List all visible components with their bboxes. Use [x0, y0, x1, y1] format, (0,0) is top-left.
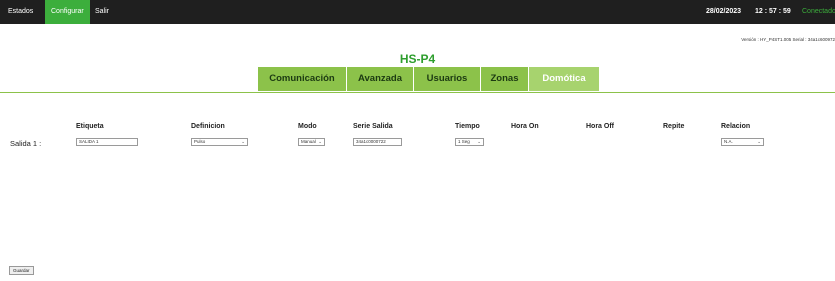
connection-status: Conectado: [802, 8, 835, 15]
config-tabs: Comunicación Avanzada Usuarios Zonas Dom…: [258, 67, 600, 91]
col-etiqueta: Etiqueta: [76, 123, 104, 130]
serie-salida-input[interactable]: 34a1c0000722: [353, 138, 402, 146]
etiqueta-input[interactable]: SALIDA 1: [76, 138, 138, 146]
tiempo-value: 1 Seg: [458, 139, 470, 144]
device-title: HS-P4: [399, 52, 436, 66]
row-label-salida-1: Salida 1 :: [10, 139, 42, 148]
tab-zonas[interactable]: Zonas: [481, 67, 529, 91]
time-display: 12 : 57 : 59: [755, 8, 791, 15]
tab-avanzada[interactable]: Avanzada: [347, 67, 414, 91]
menu-estados[interactable]: Estados: [2, 0, 39, 24]
definicion-select[interactable]: Pulso ⌄: [191, 138, 248, 146]
chevron-down-icon: ⌄: [477, 139, 481, 144]
modo-value: Manual: [301, 139, 316, 144]
version-serial-line: Versión : HY_P4ST1.005 Serial : 34a1c600…: [741, 37, 835, 42]
relacion-select[interactable]: N.A. ⌄: [721, 138, 764, 146]
tab-domotica[interactable]: Domótica: [529, 67, 600, 91]
date-display: 28/02/2023: [706, 8, 742, 15]
col-modo: Modo: [298, 123, 317, 130]
col-hora-on: Hora On: [511, 123, 539, 130]
tab-comunicacion[interactable]: Comunicación: [258, 67, 347, 91]
definicion-value: Pulso: [194, 139, 206, 144]
chevron-down-icon: ⌄: [318, 139, 322, 144]
col-tiempo: Tiempo: [455, 123, 480, 130]
menu-configurar[interactable]: Configurar: [45, 0, 90, 24]
modo-select[interactable]: Manual ⌄: [298, 138, 325, 146]
col-serie-salida: Serie Salida: [353, 123, 393, 130]
menu-salir[interactable]: Salir: [89, 0, 115, 24]
tab-usuarios[interactable]: Usuarios: [414, 67, 481, 91]
tabs-divider: [0, 92, 835, 93]
save-button[interactable]: Guardar: [9, 266, 34, 275]
chevron-down-icon: ⌄: [757, 139, 761, 144]
top-bar: Estados Configurar Salir 28/02/2023 12 :…: [0, 0, 835, 24]
col-relacion: Relacion: [721, 123, 751, 130]
col-repite: Repite: [663, 123, 685, 130]
col-definicion: Definicion: [191, 123, 225, 130]
chevron-down-icon: ⌄: [241, 139, 245, 144]
tiempo-select[interactable]: 1 Seg ⌄: [455, 138, 484, 146]
col-hora-off: Hora Off: [586, 123, 614, 130]
relacion-value: N.A.: [724, 139, 733, 144]
